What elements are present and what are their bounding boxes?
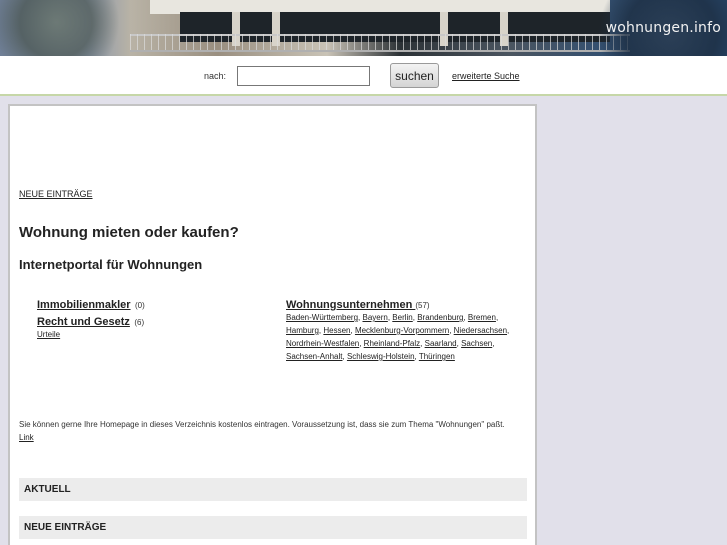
category-link[interactable]: Immobilienmakler xyxy=(37,299,131,311)
page-title: Wohnung mieten oder kaufen? xyxy=(19,224,239,241)
subcategory-link[interactable]: Saarland xyxy=(425,339,457,348)
category-link[interactable]: Recht und Gesetz xyxy=(37,316,130,328)
subcategory-list: Baden-Württemberg, Bayern, Berlin, Brand… xyxy=(286,313,510,361)
subcategory-link[interactable]: Brandenburg xyxy=(417,313,463,322)
subcategory-link[interactable]: Urteile xyxy=(37,330,60,339)
info-link[interactable]: Link xyxy=(19,433,34,442)
subcategory-link[interactable]: Niedersachsen xyxy=(454,326,507,335)
search-label: nach: xyxy=(204,71,227,81)
search-input[interactable] xyxy=(237,66,370,86)
site-brand[interactable]: wohnungen.info xyxy=(606,20,721,36)
section-neue-eintraege: NEUE EINTRÄGE xyxy=(19,516,527,539)
subcategory-link[interactable]: Bremen xyxy=(468,313,496,322)
subcategory-link[interactable]: Thüringen xyxy=(419,352,455,361)
subcategory-link[interactable]: Hamburg xyxy=(286,326,319,335)
category-count: (6) xyxy=(134,318,145,327)
subcategory-link[interactable]: Berlin xyxy=(392,313,412,322)
subcategory-link[interactable]: Hessen xyxy=(323,326,350,335)
category-link[interactable]: Wohnungsunternehmen xyxy=(286,299,415,311)
subcategory-link[interactable]: Nordrhein-Westfalen xyxy=(286,339,359,348)
subcategory-link[interactable]: Sachsen xyxy=(461,339,492,348)
search-button[interactable]: suchen xyxy=(390,63,439,88)
new-entries-link[interactable]: NEUE EINTRÄGE xyxy=(19,189,93,199)
main-panel: NEUE EINTRÄGE Wohnung mieten oder kaufen… xyxy=(8,104,537,545)
subcategory-link[interactable]: Rheinland-Pfalz xyxy=(364,339,420,348)
category-count: (0) xyxy=(135,301,145,310)
header-banner: wohnungen.info xyxy=(0,0,727,56)
banner-railing-bottom xyxy=(130,50,630,52)
category-immobilienmakler: Immobilienmakler (0) xyxy=(37,295,145,313)
subcategory-link[interactable]: Bayern xyxy=(362,313,387,322)
advanced-search-link[interactable]: erweiterte Suche xyxy=(452,71,520,81)
subcategory-list: Urteile xyxy=(37,328,60,341)
info-text-body: Sie können gerne Ihre Homepage in dieses… xyxy=(19,420,505,429)
subcategory-link[interactable]: Schleswig-Holstein xyxy=(347,352,415,361)
page-subtitle: Internetportal für Wohnungen xyxy=(19,257,203,272)
category-count: (57) xyxy=(415,301,430,310)
search-bar: nach: suchen erweiterte Suche xyxy=(0,56,727,96)
subcategory-link[interactable]: Baden-Württemberg xyxy=(286,313,358,322)
info-text: Sie können gerne Ihre Homepage in dieses… xyxy=(19,418,519,444)
subcategory-link[interactable]: Sachsen-Anhalt xyxy=(286,352,342,361)
banner-tree-left xyxy=(0,0,140,56)
subcategory-link[interactable]: Mecklenburg-Vorpommern xyxy=(355,326,449,335)
section-aktuell: AKTUELL xyxy=(19,478,527,501)
